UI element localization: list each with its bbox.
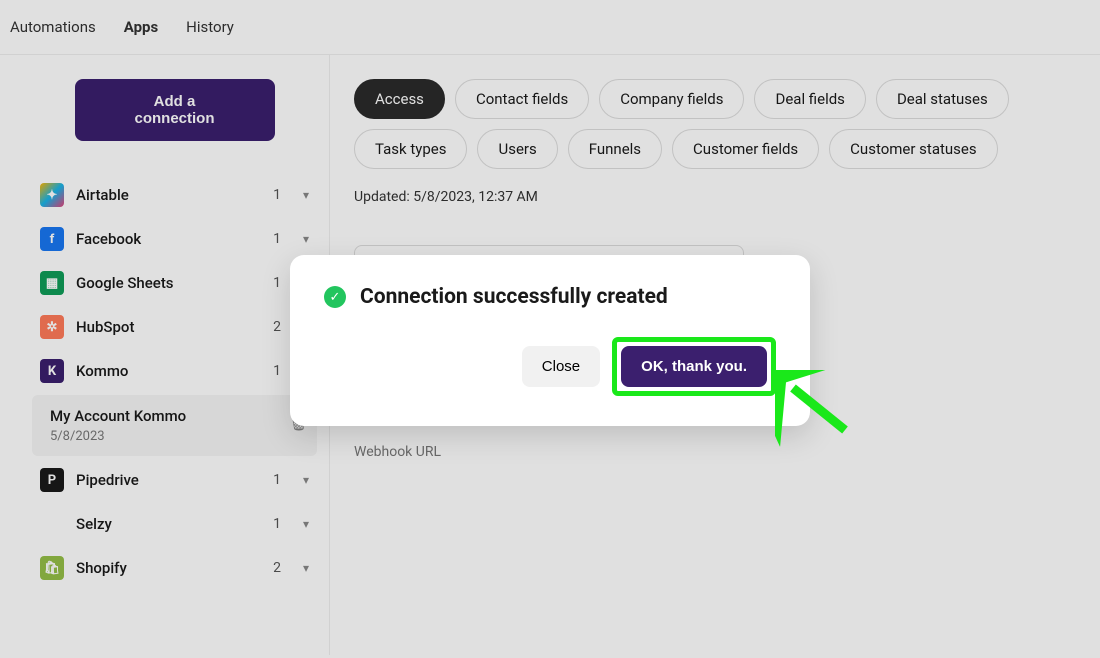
close-button[interactable]: Close [522,346,600,387]
ok-button-highlight: OK, thank you. [612,337,776,396]
modal-header: ✓ Connection successfully created [324,285,776,309]
modal-title: Connection successfully created [360,285,668,309]
ok-thank-you-button[interactable]: OK, thank you. [621,346,767,387]
modal-overlay: ✓ Connection successfully created Close … [0,0,1100,658]
modal-actions: Close OK, thank you. [324,337,776,396]
check-circle-icon: ✓ [324,286,346,308]
success-modal: ✓ Connection successfully created Close … [290,255,810,426]
